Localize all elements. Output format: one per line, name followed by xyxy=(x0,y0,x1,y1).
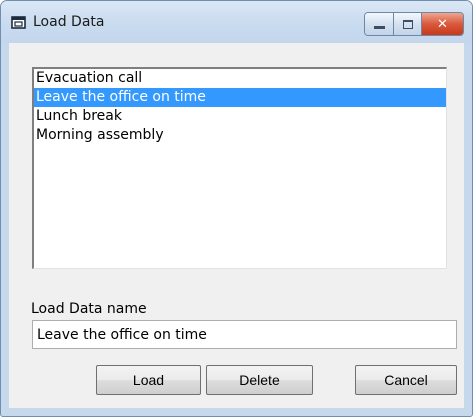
app-window-icon xyxy=(11,15,27,29)
load-data-name-label: Load Data name xyxy=(31,301,147,317)
minimize-icon xyxy=(373,26,385,29)
load-data-listbox[interactable]: Evacuation call Leave the office on time L… xyxy=(32,67,447,269)
close-icon: ✕ xyxy=(437,16,448,32)
caption-buttons: ✕ xyxy=(364,12,464,36)
load-data-window: Load Data ✕ Evacuation call Leave the off… xyxy=(0,0,473,417)
cancel-button[interactable]: Cancel xyxy=(355,365,457,395)
dialog-client-area: Evacuation call Leave the office on time L… xyxy=(9,43,464,408)
maximize-button[interactable] xyxy=(394,13,422,35)
window-title: Load Data xyxy=(33,14,105,30)
close-button[interactable]: ✕ xyxy=(422,13,463,35)
list-item[interactable]: Morning assembly xyxy=(34,126,446,145)
list-item[interactable]: Leave the office on time xyxy=(34,88,446,107)
list-item[interactable]: Lunch break xyxy=(34,107,446,126)
title-bar[interactable]: Load Data ✕ xyxy=(1,1,472,43)
list-item[interactable]: Evacuation call xyxy=(34,69,446,88)
minimize-button[interactable] xyxy=(365,13,394,35)
maximize-icon xyxy=(402,19,413,29)
load-button[interactable]: Load xyxy=(96,365,201,395)
delete-button[interactable]: Delete xyxy=(206,365,313,395)
load-data-name-input[interactable] xyxy=(32,320,457,349)
